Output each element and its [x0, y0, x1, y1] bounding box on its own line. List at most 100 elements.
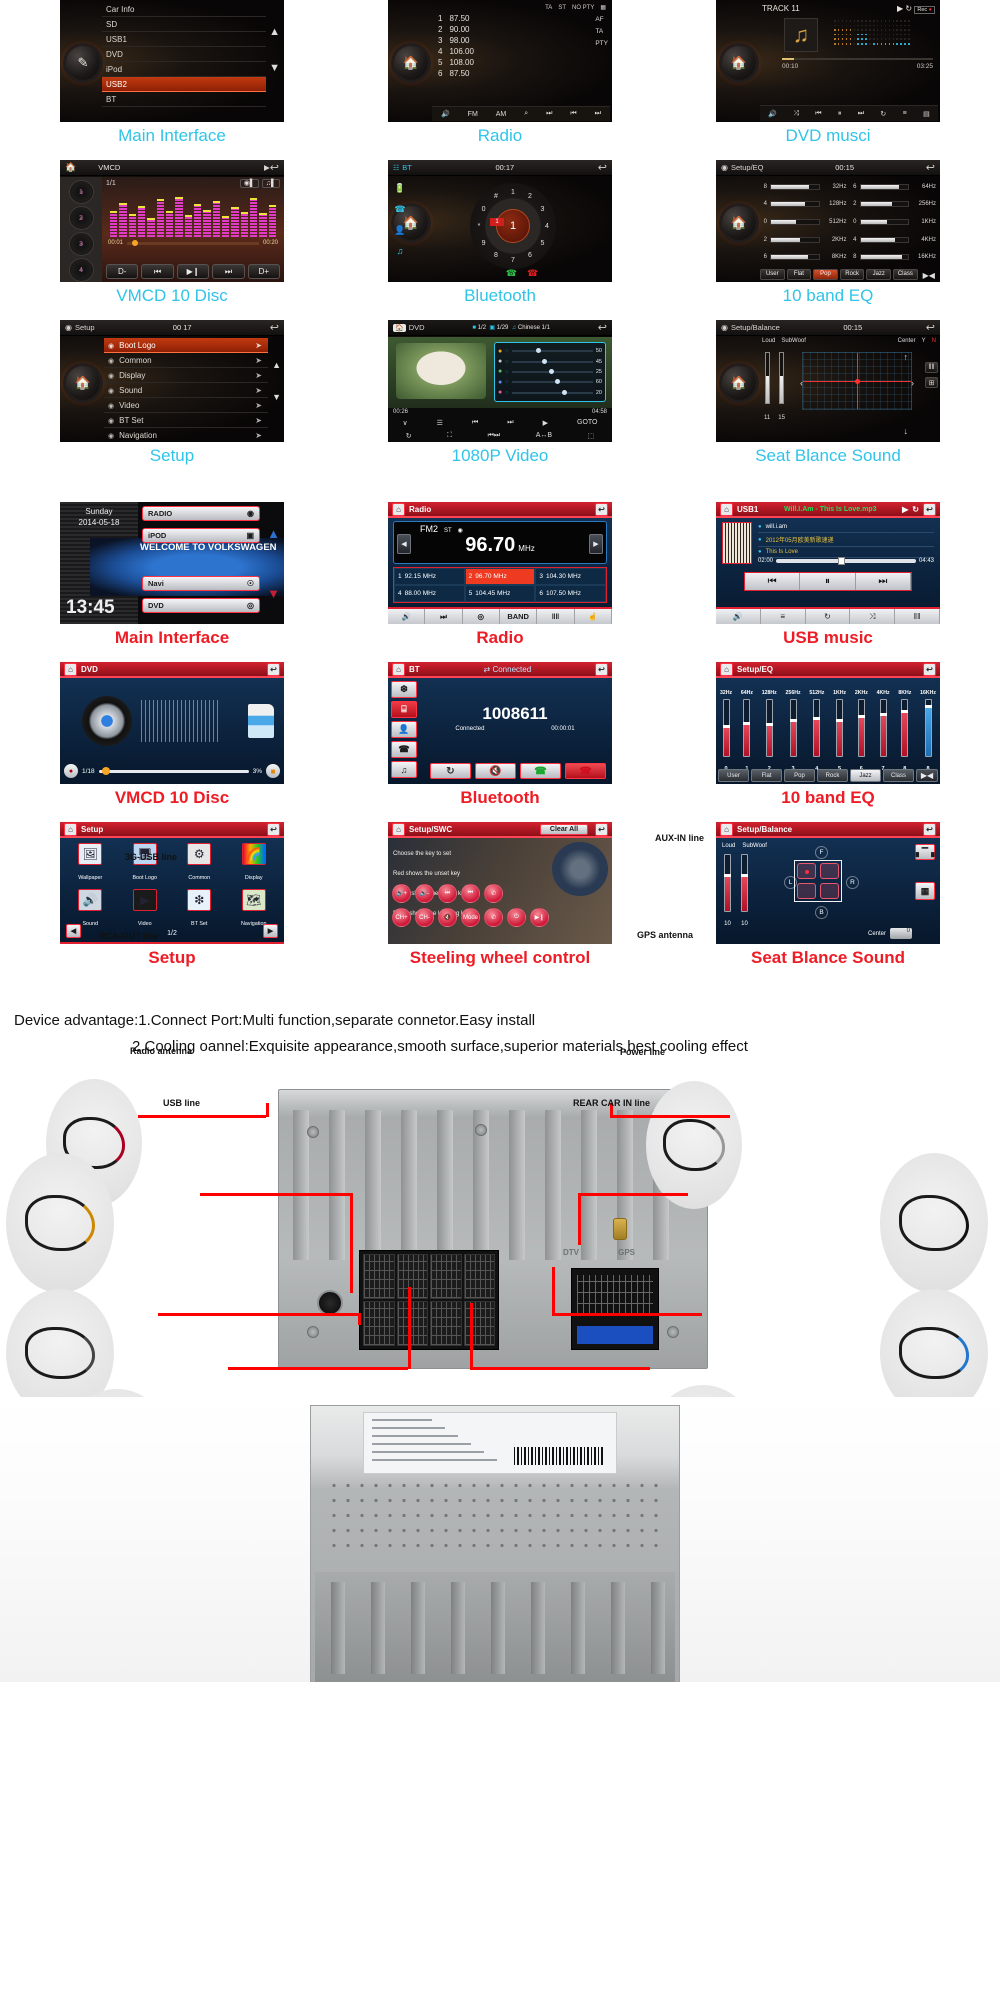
setting-slider[interactable]: [511, 358, 593, 364]
page-prev-button[interactable]: ◀: [66, 924, 81, 938]
slider-thumb[interactable]: [535, 348, 541, 354]
menu-item[interactable]: USB2: [102, 77, 266, 92]
dial-key[interactable]: 2: [525, 192, 535, 202]
swc-key[interactable]: ✆: [484, 908, 503, 927]
setting-minus-icon[interactable]: ◌: [505, 390, 508, 396]
balance-down-button[interactable]: ↓: [904, 426, 909, 436]
music-mode-button[interactable]: ♫▌: [259, 178, 280, 188]
toolbar-button[interactable]: ⏭: [546, 110, 552, 118]
eq-track[interactable]: [770, 218, 820, 225]
main-menu-button[interactable]: iPOD ▣: [142, 528, 260, 543]
toolbar-button[interactable]: BAND: [500, 609, 538, 624]
setting-slider[interactable]: [511, 348, 593, 354]
transport-button[interactable]: ⏮: [141, 264, 174, 279]
direction-b-button[interactable]: B: [815, 906, 828, 919]
setup-grid-item[interactable]: ⚙ Common: [175, 843, 224, 884]
source-knob[interactable]: ✎: [66, 46, 100, 80]
dial-key[interactable]: #: [491, 192, 501, 202]
eq-track[interactable]: [859, 201, 909, 208]
setup-grid-item[interactable]: 🌈 Display: [230, 843, 279, 884]
direction-r-button[interactable]: R: [846, 876, 859, 889]
eq-preset-button[interactable]: User: [760, 268, 785, 280]
back-icon[interactable]: ↩: [598, 161, 607, 174]
setting-minus-icon[interactable]: ◌: [505, 359, 508, 365]
progress-thumb[interactable]: [837, 557, 845, 565]
eq-band-track[interactable]: [813, 699, 821, 757]
eq-preset-button[interactable]: User: [718, 769, 749, 782]
scroll-down-icon[interactable]: ▼: [269, 62, 280, 74]
page-next-button[interactable]: ▶: [262, 924, 278, 938]
preset-item[interactable]: 5 108.00: [432, 57, 610, 68]
balance-track[interactable]: [764, 352, 770, 404]
clear-all-button[interactable]: Clear All: [540, 823, 588, 835]
grid-icon[interactable]: ▦: [600, 4, 606, 11]
eq-track[interactable]: [770, 236, 820, 243]
answer-icon[interactable]: ☎: [520, 763, 561, 779]
setting-slider[interactable]: [511, 389, 593, 395]
back-icon[interactable]: ↩: [270, 161, 279, 174]
back-icon[interactable]: ↩: [595, 502, 608, 516]
video-toolbar-button[interactable]: ⏮⏭: [488, 432, 501, 440]
disc-button[interactable]: 2: [68, 206, 94, 230]
progress-bar[interactable]: [782, 58, 933, 60]
toolbar-button[interactable]: AM: [496, 111, 507, 118]
balance-point[interactable]: [854, 379, 860, 385]
dial-key[interactable]: 8: [491, 250, 501, 260]
disc-mode-button[interactable]: ◉▌: [239, 179, 259, 188]
eq-band-track[interactable]: [879, 699, 887, 757]
toolbar-button[interactable]: 🔊: [388, 609, 426, 624]
eq-band-track[interactable]: [836, 699, 844, 757]
eq-preset-button[interactable]: Jazz: [850, 769, 881, 782]
preset-item[interactable]: 6 87.50: [432, 68, 610, 79]
home-knob[interactable]: 🏠: [66, 366, 100, 400]
dial-key[interactable]: 4: [542, 221, 552, 231]
scroll-up-icon[interactable]: ▲: [267, 526, 280, 541]
preset-item[interactable]: 4 106.00: [432, 46, 610, 57]
video-toolbar-button[interactable]: GOTO: [577, 419, 597, 426]
toolbar-button[interactable]: ↻: [806, 609, 851, 624]
swc-key[interactable]: 🔊+: [392, 884, 411, 903]
eq-band-track[interactable]: [924, 699, 932, 757]
main-menu-button[interactable]: Navi ☉: [142, 576, 260, 591]
back-icon[interactable]: ↩: [595, 822, 608, 836]
disc-button[interactable]: 1: [68, 180, 94, 204]
setting-minus-icon[interactable]: ◌: [505, 369, 508, 375]
dvd-seek-track[interactable]: [98, 766, 249, 775]
menu-item[interactable]: SD: [102, 17, 266, 32]
sync-icon[interactable]: ↻: [430, 763, 471, 779]
seek-slider[interactable]: [127, 239, 259, 246]
tune-up-button[interactable]: ▶: [589, 534, 603, 554]
dial-key[interactable]: 6: [525, 250, 535, 260]
toolbar-button[interactable]: ☝: [575, 609, 612, 624]
seat-cell[interactable]: [820, 863, 839, 879]
seat-grid-button[interactable]: ⊞: [925, 377, 938, 388]
contacts-icon[interactable]: 👤: [391, 721, 417, 738]
disc-button[interactable]: 4: [68, 258, 94, 282]
seat-cell[interactable]: [820, 883, 839, 899]
eq-band-knob[interactable]: [836, 719, 844, 723]
home-icon[interactable]: ⌂: [720, 502, 733, 516]
eq-preset-button[interactable]: Pop: [813, 268, 838, 280]
setup-item[interactable]: ◉ Boot Logo ➤: [104, 338, 268, 353]
scroll-down-icon[interactable]: ▼: [267, 586, 280, 601]
radio-preset[interactable]: 1 92.15 MHz: [394, 568, 465, 585]
menu-item[interactable]: USB1: [102, 32, 266, 47]
video-toolbar-button[interactable]: ☰: [437, 419, 443, 427]
main-menu-button[interactable]: DVD ◎: [142, 598, 260, 613]
eq-track[interactable]: [770, 254, 820, 261]
video-toolbar-button[interactable]: ⛶: [447, 432, 452, 440]
setting-slider[interactable]: [511, 368, 593, 374]
menu-item[interactable]: DVD: [102, 47, 266, 62]
eq-track[interactable]: [770, 183, 820, 190]
eq-band-knob[interactable]: [879, 712, 887, 716]
transport-button[interactable]: D-: [106, 264, 139, 279]
toolbar-button[interactable]: ⤨: [793, 110, 799, 118]
menu-item[interactable]: iPod: [102, 62, 266, 77]
back-icon[interactable]: ↩: [267, 822, 280, 836]
toolbar-button[interactable]: ⏭: [425, 609, 463, 624]
back-icon[interactable]: ↩: [926, 321, 935, 334]
direction-f-button[interactable]: F: [815, 846, 828, 859]
transport-button[interactable]: ⏭: [856, 573, 911, 590]
eq-preset-button[interactable]: Flat: [751, 769, 782, 782]
swc-key[interactable]: 🔊-: [415, 884, 434, 903]
